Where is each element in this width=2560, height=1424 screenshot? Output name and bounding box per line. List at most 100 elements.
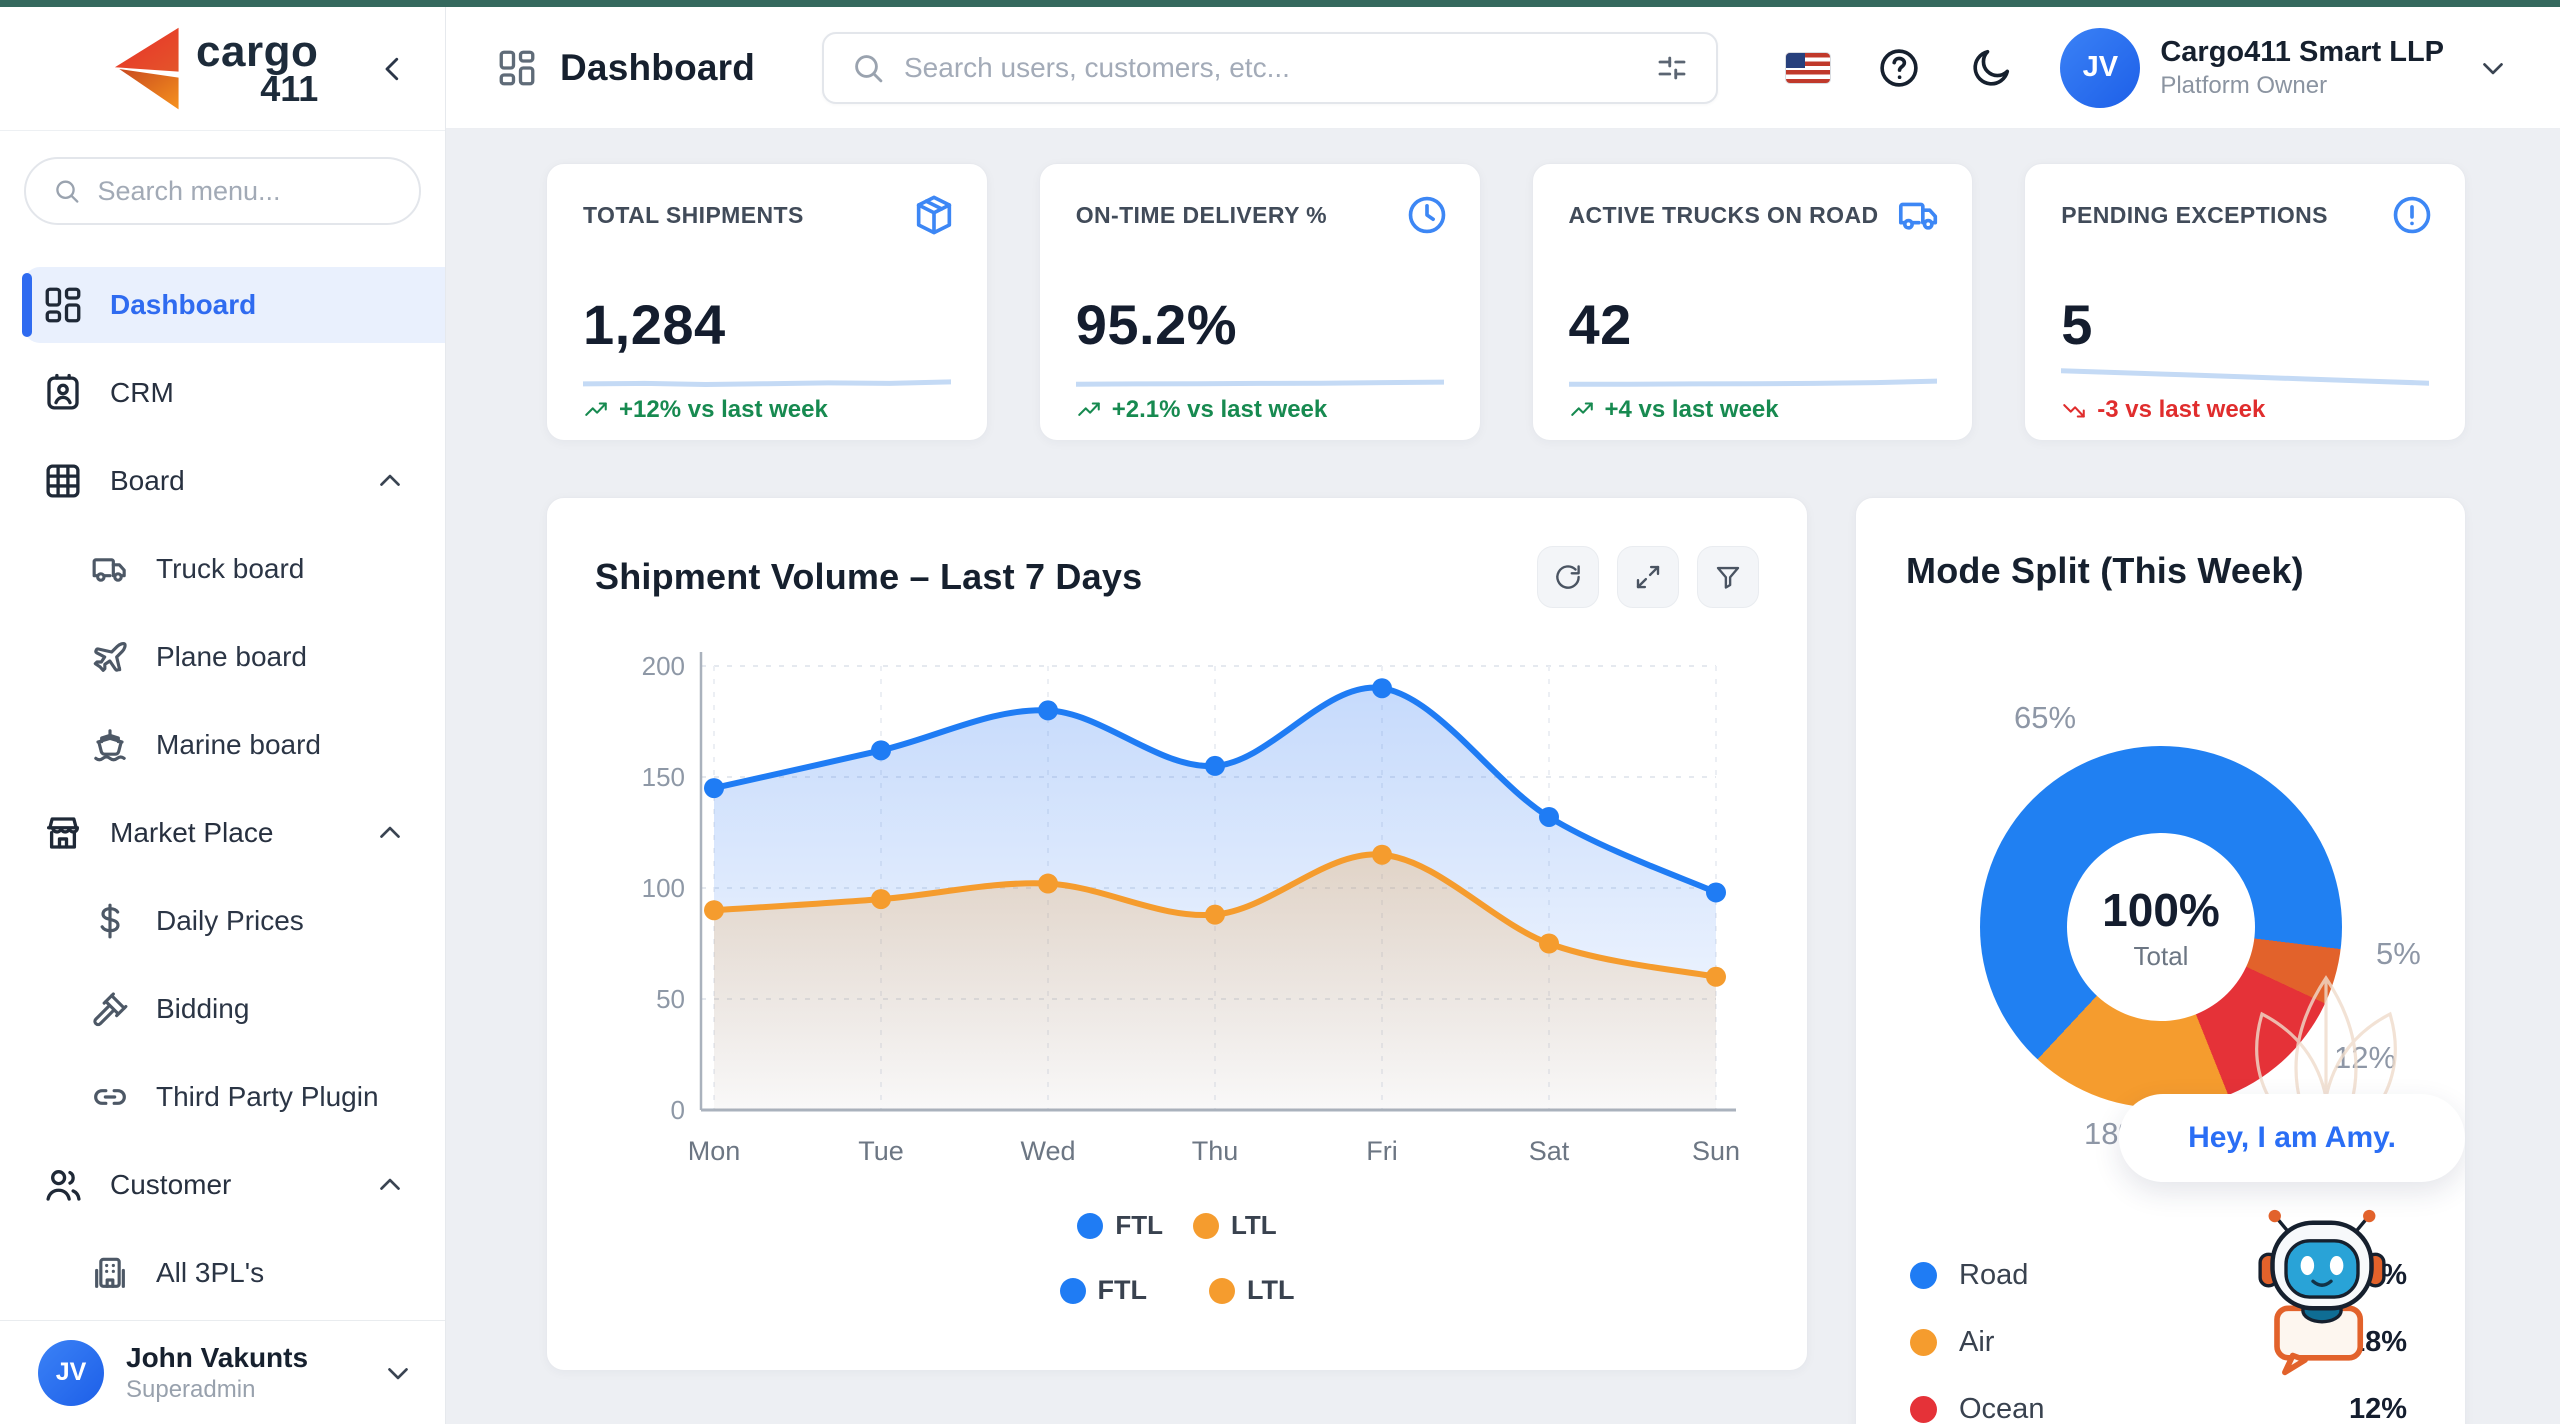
svg-text:150: 150 [642,762,685,792]
svg-text:Tue: Tue [858,1136,904,1166]
mode-legend-value: 12% [2349,1393,2407,1424]
account-meta: Cargo411 Smart LLP Platform Owner [2160,36,2444,100]
sidebar-item-label: All 3PL's [156,1257,264,1289]
kpi-delta-text: +4 vs last week [1605,396,1779,424]
page-title-text: Dashboard [560,47,755,89]
kpi-delta: +2.1% vs last week [1076,396,1327,424]
legend-item-ltl[interactable]: LTL [1209,1275,1294,1306]
sidebar-nav: Dashboard CRM Board Truck board Plane board M… [0,255,445,1320]
kpi-delta-text: +2.1% vs last week [1112,396,1327,424]
kpi-value: 42 [1569,292,1632,357]
svg-text:Sat: Sat [1529,1136,1570,1166]
chevron-up-icon[interactable] [373,464,407,498]
expand-icon [1633,562,1663,592]
sidebar-item-label: Customer [110,1169,231,1201]
brand-logo[interactable]: cargo 411 [96,26,318,112]
clock-icon [1404,192,1450,238]
chevron-down-icon [2476,51,2510,85]
sidebar-item-bidding[interactable]: Bidding [24,971,445,1047]
dashboard-icon [42,284,84,326]
mode-legend-row-ocean[interactable]: Ocean12% [1910,1384,2407,1424]
plane-icon [90,637,130,677]
sidebar-item-plane-board[interactable]: Plane board [24,619,445,695]
assistant-chat-bubble[interactable]: Hey, I am Amy. [2119,1094,2465,1182]
dashboard-icon [496,47,538,89]
sidebar-item-market-place[interactable]: Market Place [24,795,445,871]
svg-text:Sun: Sun [1692,1136,1740,1166]
search-icon [850,50,886,86]
sidebar-search[interactable] [24,157,421,225]
kpi-value: 1,284 [583,292,726,357]
sidebar-user-panel[interactable]: JV John Vakunts Superadmin [0,1320,445,1424]
global-search[interactable] [822,32,1718,104]
sidebar-item-dashboard[interactable]: Dashboard [24,267,445,343]
language-flag-us[interactable] [1786,53,1830,83]
robot-icon [2254,1198,2390,1378]
refresh-icon [1553,562,1583,592]
sidebar-item-label: Plane board [156,641,307,673]
kpi-card-active-trucks-on-road: ACTIVE TRUCKS ON ROAD 42 +4 vs last week [1532,163,1974,441]
legend-item-ltl[interactable]: LTL [1193,1210,1277,1241]
sidebar-collapse-button[interactable] [375,51,411,87]
global-search-input[interactable] [904,52,1636,84]
sidebar-item-label: Truck board [156,553,304,585]
top-header: Dashboard JV Cargo411 Smart LLP [446,7,2560,129]
legend-dot [1060,1278,1086,1304]
help-button[interactable] [1876,45,1922,91]
sidebar-item-daily-prices[interactable]: Daily Prices [24,883,445,959]
chevron-up-icon[interactable] [373,816,407,850]
filter-button[interactable] [1697,546,1759,608]
legend-item-ftl[interactable]: FTL [1060,1275,1147,1306]
trend-up-icon [1076,397,1102,423]
trend-up-icon [1569,397,1595,423]
svg-text:Mon: Mon [688,1136,741,1166]
chevron-down-icon [381,1356,415,1390]
sidebar-item-board[interactable]: Board [24,443,445,519]
funnel-icon [1713,562,1743,592]
dark-mode-toggle[interactable] [1968,45,2014,91]
legend-label: FTL [1115,1210,1163,1241]
kpi-card-pending-exceptions: PENDING EXCEPTIONS5-3 vs last week [2024,163,2466,441]
filter-sliders-icon[interactable] [1654,50,1690,86]
kpi-sparkline [2061,360,2429,394]
user-avatar-initials: JV [56,1358,87,1387]
user-avatar: JV [38,1340,104,1406]
sidebar-item-crm[interactable]: CRM [24,355,445,431]
chevron-up-icon[interactable] [373,1168,407,1202]
svg-text:50: 50 [656,984,685,1014]
market-icon [42,812,84,854]
sidebar-item-all-3pl-s[interactable]: All 3PL's [24,1235,445,1311]
assistant-robot-avatar[interactable] [2254,1198,2390,1378]
kpi-delta-text: -3 vs last week [2097,396,2265,424]
legend-item-ftl[interactable]: FTL [1077,1210,1163,1241]
donut-total-label: Total [2134,941,2189,972]
sidebar-item-label: Marine board [156,729,321,761]
donut-total-value: 100% [2102,883,2220,937]
sidebar-item-third-party-plugin[interactable]: Third Party Plugin [24,1059,445,1135]
refresh-button[interactable] [1537,546,1599,608]
expand-button[interactable] [1617,546,1679,608]
crm-icon [42,372,84,414]
chart-title: Shipment Volume – Last 7 Days [595,556,1142,598]
sidebar-item-label: Board [110,465,185,497]
account-menu[interactable]: JV Cargo411 Smart LLP Platform Owner [2060,28,2510,108]
sidebar-item-marine-board[interactable]: Marine board [24,707,445,783]
sidebar-item-label: Market Place [110,817,273,849]
account-avatar: JV [2060,28,2140,108]
account-role: Platform Owner [2160,72,2444,100]
main-content: TOTAL SHIPMENTS1,284+12% vs last weekON-… [446,129,2560,1424]
kpi-card-total-shipments: TOTAL SHIPMENTS1,284+12% vs last week [546,163,988,441]
sidebar-search-input[interactable] [97,176,393,207]
sidebar-item-label: CRM [110,377,174,409]
sidebar-item-customer[interactable]: Customer [24,1147,445,1223]
chevron-left-icon [375,51,411,87]
kpi-label: ACTIVE TRUCKS ON ROAD [1569,202,1879,229]
sidebar-item-label: Bidding [156,993,249,1025]
building-icon [90,1253,130,1293]
search-icon [52,174,81,208]
sidebar-item-label: Third Party Plugin [156,1081,379,1113]
kpi-row: TOTAL SHIPMENTS1,284+12% vs last weekON-… [546,163,2466,441]
sidebar-item-truck-board[interactable]: Truck board [24,531,445,607]
marine-icon [90,725,130,765]
user-meta: John Vakunts Superadmin [126,1342,308,1404]
